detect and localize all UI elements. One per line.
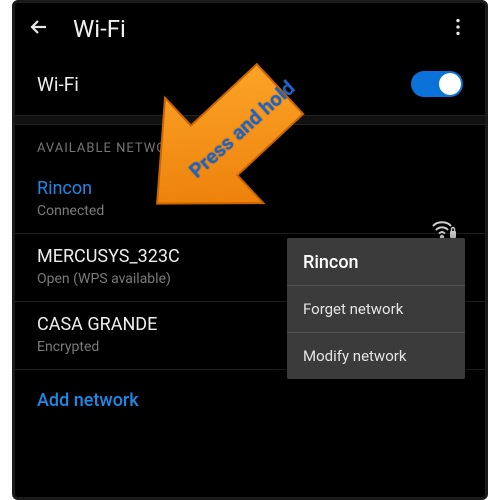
network-item-rincon[interactable]: Rincon Connected <box>15 166 485 234</box>
wifi-toggle-switch[interactable] <box>411 71 463 97</box>
context-menu-title: Rincon <box>287 238 465 285</box>
add-network-button[interactable]: Add network <box>15 370 485 431</box>
forget-network-item[interactable]: Forget network <box>287 285 465 332</box>
network-context-menu: Rincon Forget network Modify network <box>287 238 465 379</box>
section-divider <box>15 115 485 125</box>
network-status: Connected <box>37 203 463 219</box>
wifi-toggle-label: Wi-Fi <box>37 73 79 96</box>
app-header: Wi-Fi <box>15 3 485 53</box>
wifi-toggle-row[interactable]: Wi-Fi <box>15 53 485 115</box>
available-networks-header: AVAILABLE NETWORKS <box>15 125 485 166</box>
modify-network-item[interactable]: Modify network <box>287 332 465 379</box>
more-options-icon[interactable] <box>447 16 469 42</box>
back-arrow-icon[interactable] <box>27 15 51 43</box>
network-name: Rincon <box>37 178 463 199</box>
page-title: Wi-Fi <box>73 15 126 43</box>
wifi-settings-screen: Wi-Fi Wi-Fi AVAILABLE NETWORKS Rincon Co… <box>12 0 488 500</box>
